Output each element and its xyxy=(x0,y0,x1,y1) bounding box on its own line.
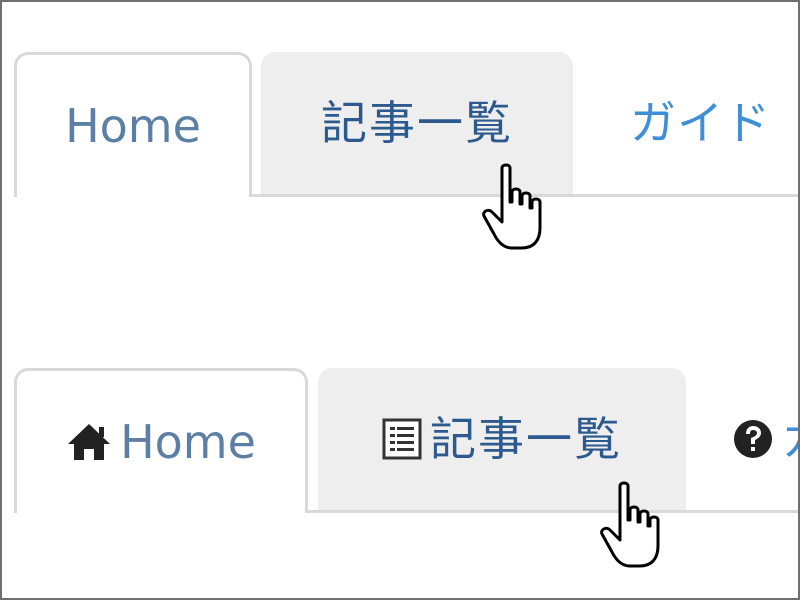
tab-articles[interactable]: 記事一覧 xyxy=(261,52,573,194)
tab-home-label: Home xyxy=(65,99,201,153)
tab-guide[interactable]: ガイド xyxy=(584,52,798,194)
tab-articles-label: 記事一覧 xyxy=(430,412,622,466)
home-icon xyxy=(68,424,111,460)
tab-guide-label: ガ xyxy=(782,416,798,462)
tab-articles-label: 記事一覧 xyxy=(321,96,513,150)
tab-home-label: Home xyxy=(120,415,256,469)
question-circle-icon xyxy=(734,420,772,458)
tab-bar-plain: Home 記事一覧 ガイド xyxy=(14,52,798,197)
tab-articles-with-icon[interactable]: 記事一覧 xyxy=(318,368,686,510)
tab-home-with-icon[interactable]: Home xyxy=(14,368,308,513)
tab-guide-with-icon[interactable]: ガ xyxy=(702,368,798,510)
list-icon xyxy=(382,418,422,460)
tab-home[interactable]: Home xyxy=(14,52,252,197)
screenshot-frame: Home 記事一覧 ガイド Home 記事一覧 xyxy=(0,0,800,600)
tab-bar-with-icons: Home 記事一覧 ガ xyxy=(14,368,798,513)
tab-guide-label: ガイド xyxy=(630,96,771,150)
